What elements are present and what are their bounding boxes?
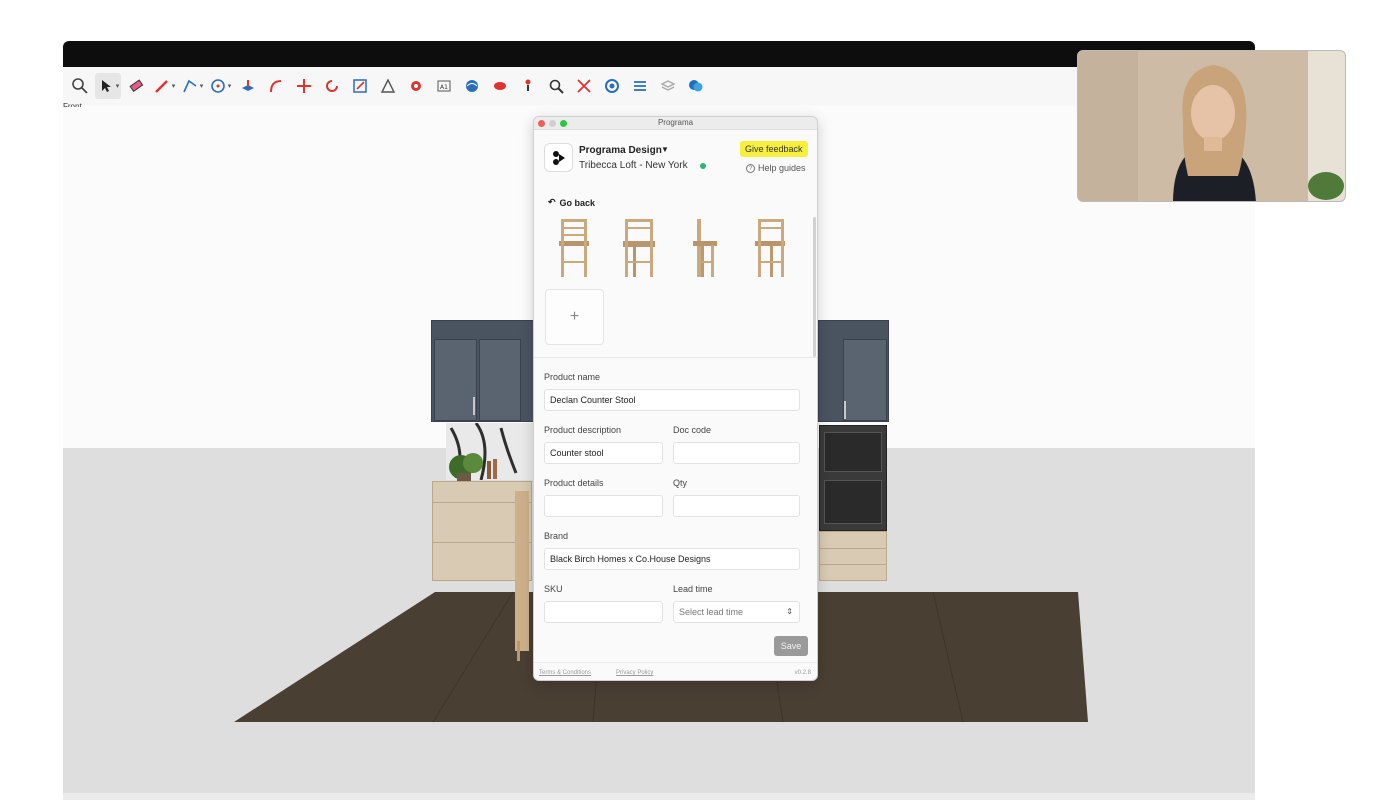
privacy-link[interactable]: Privacy Policy	[616, 670, 653, 676]
webcam-video	[1077, 50, 1346, 202]
panel-titlebar: Programa	[534, 117, 817, 130]
doc-code-label: Doc code	[673, 425, 712, 435]
product-details-label: Product details	[544, 478, 604, 488]
drawer-column	[819, 531, 887, 581]
screen: ▾ ▾ ▾ ▾ A1 Front	[0, 0, 1400, 800]
product-description-input[interactable]: Counter stool	[544, 442, 663, 464]
product-name-label: Product name	[544, 372, 601, 382]
status-bar	[63, 793, 1255, 800]
doc-code-input[interactable]	[673, 442, 800, 464]
lead-time-label: Lead time	[673, 584, 713, 594]
project-name[interactable]: Tribecca Loft - New York	[579, 160, 688, 171]
scrollbar[interactable]	[813, 217, 816, 357]
panel-header: Programa Design ▼ Tribecca Loft - New Yo…	[544, 141, 809, 177]
product-image-thumb[interactable]	[676, 217, 734, 279]
give-feedback-button[interactable]: Give feedback	[740, 141, 808, 157]
qty-input[interactable]	[673, 495, 800, 517]
product-image-thumb[interactable]	[610, 217, 668, 279]
org-switcher[interactable]: Programa Design	[579, 145, 662, 156]
product-details-input[interactable]	[544, 495, 663, 517]
add-image-button[interactable]: +	[545, 289, 604, 345]
sku-input[interactable]	[544, 601, 663, 623]
go-back-button[interactable]: ↶ Go back	[548, 197, 595, 208]
undo-arrow-icon: ↶	[548, 197, 556, 207]
brand-input[interactable]: Black Birch Homes x Co.House Designs	[544, 548, 800, 570]
product-image-thumb[interactable]	[545, 217, 603, 279]
sku-label: SKU	[544, 584, 563, 594]
programa-plugin-panel: Programa Programa Design ▼ Tribecca Loft…	[533, 116, 818, 681]
terms-link[interactable]: Terms & Conditions	[539, 670, 591, 676]
product-image-thumb[interactable]	[741, 217, 799, 279]
lead-time-placeholder: Select lead time	[679, 607, 744, 617]
question-icon: ?	[746, 163, 755, 173]
status-dot	[700, 163, 706, 169]
programa-logo-icon	[544, 143, 573, 172]
upper-cabinet-right	[818, 320, 889, 422]
qty-label: Qty	[673, 478, 688, 488]
product-description-label: Product description	[544, 425, 622, 435]
version-label: v0.2.8	[794, 670, 811, 676]
plant	[449, 453, 497, 481]
brand-label: Brand	[544, 531, 569, 541]
help-guides-link[interactable]: ? Help guides	[746, 163, 806, 173]
panel-title: Programa	[657, 118, 694, 127]
panel-footer: Terms & Conditions Privacy Policy v0.2.8	[534, 662, 817, 680]
help-guides-label: Help guides	[758, 163, 806, 173]
save-button[interactable]: Save	[774, 636, 808, 656]
chevron-down-icon[interactable]: ▼	[661, 145, 669, 154]
lead-time-select[interactable]: Select lead time ⇕	[673, 601, 800, 623]
upper-cabinet-left	[431, 320, 534, 422]
product-name-input[interactable]: Declan Counter Stool	[544, 389, 800, 411]
oven-column	[819, 425, 887, 531]
divider	[534, 357, 817, 358]
select-arrows-icon: ⇕	[786, 607, 793, 616]
